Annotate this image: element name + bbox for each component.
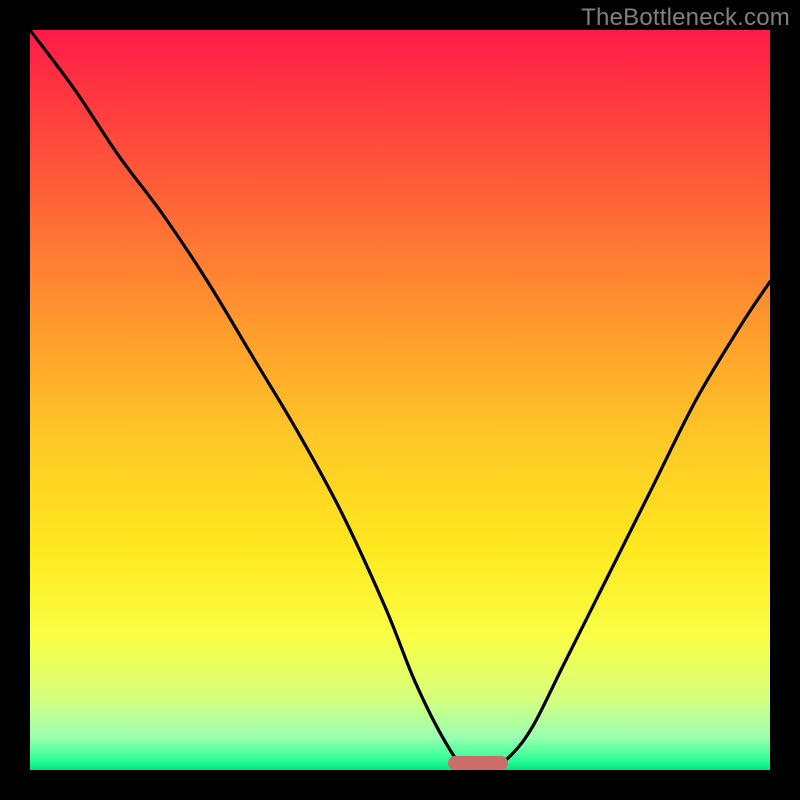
watermark-text: TheBottleneck.com (581, 4, 790, 32)
chart-background (30, 30, 770, 770)
chart-svg (30, 30, 770, 770)
optimal-range-marker (448, 756, 508, 770)
image-frame: TheBottleneck.com (0, 0, 800, 800)
plot-area (30, 30, 770, 770)
